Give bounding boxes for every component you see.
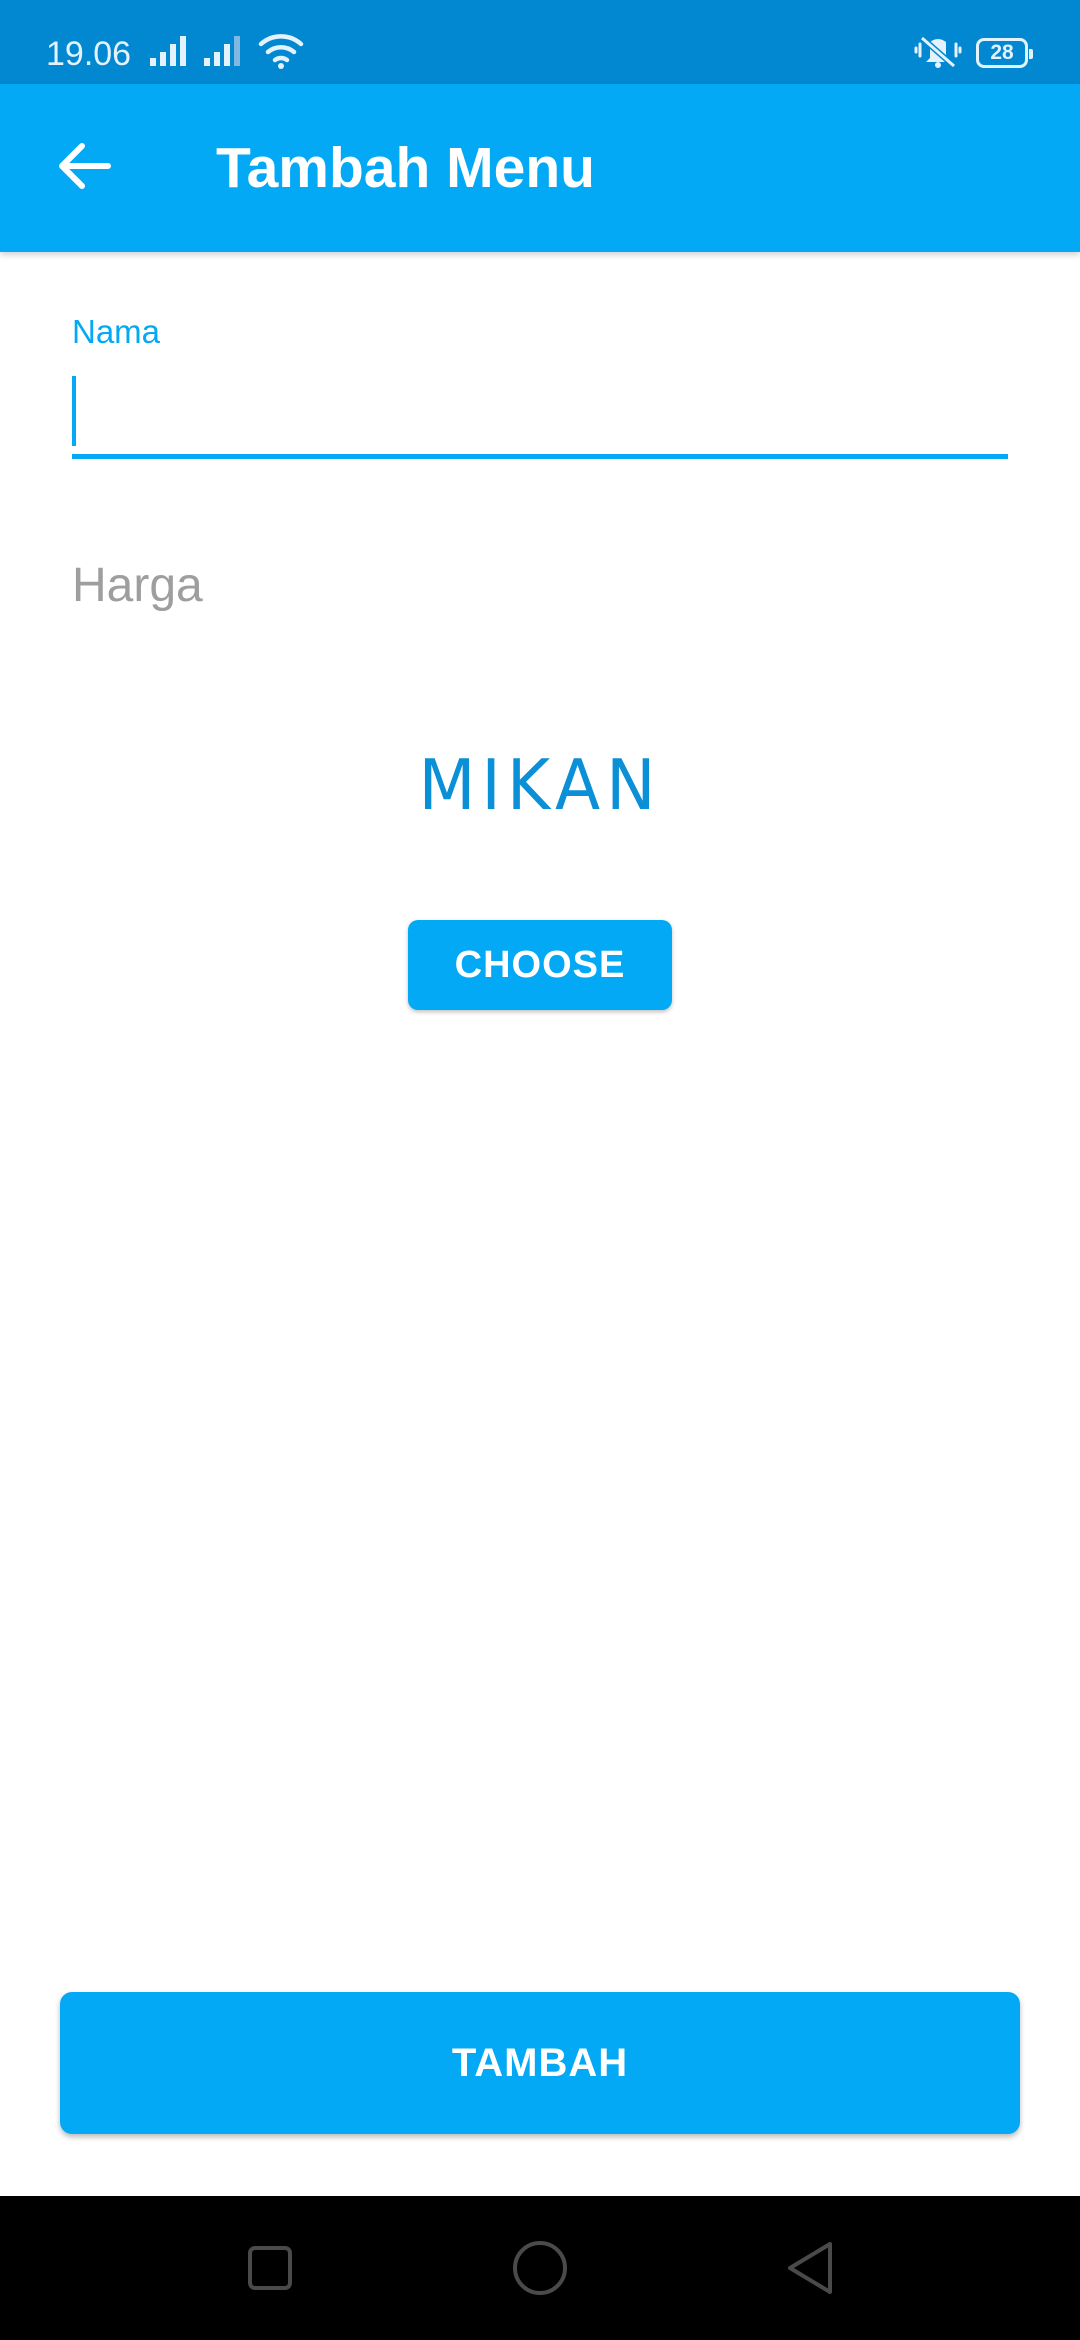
vibrate-icon [914,34,962,75]
back-button[interactable] [40,128,128,208]
nama-underline [72,454,1008,459]
wifi-icon [258,32,304,75]
menu-image-preview: MIKAN [340,740,740,830]
page-title: Tambah Menu [216,136,595,200]
nama-input[interactable] [72,370,1008,454]
signal-icon [202,34,246,73]
app-bar: Tambah Menu [0,84,1080,252]
harga-field [72,530,1008,630]
nama-field: Nama [72,300,1008,460]
status-bar: 19.06 28 [0,0,1080,84]
signal-icon [148,34,192,73]
choose-button[interactable]: CHOOSE [408,920,672,1010]
text-cursor [72,376,76,446]
navigation-bar [0,2196,1080,2340]
harga-input[interactable] [72,552,1008,618]
arrow-back-icon [56,140,112,197]
status-time: 19.06 [46,35,132,73]
battery-icon: 28 [976,38,1033,68]
battery-level: 28 [990,41,1014,64]
recent-apps-icon[interactable] [246,2244,294,2297]
home-icon[interactable] [512,2240,568,2301]
back-icon[interactable] [784,2240,836,2301]
nama-label: Nama [72,313,161,350]
tambah-button[interactable]: TAMBAH [60,1992,1020,2134]
mikan-logo: MIKAN [418,744,662,826]
